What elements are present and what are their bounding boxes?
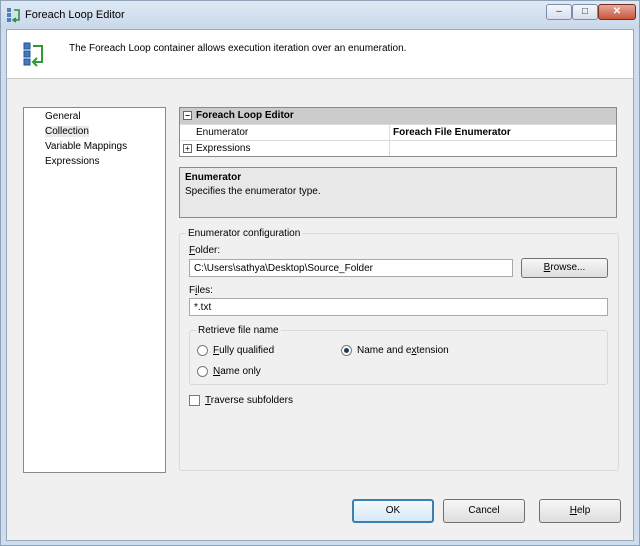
nav-item-expressions[interactable]: Expressions	[45, 156, 99, 167]
property-name: Expressions	[196, 143, 251, 154]
browse-button[interactable]: Browse...	[521, 258, 608, 278]
name-and-extension-label[interactable]: Name and extension	[357, 345, 449, 356]
minimize-button[interactable]: –	[546, 4, 572, 20]
folder-input[interactable]: C:\Users\sathya\Desktop\Source_Folder	[189, 259, 513, 277]
name-only-radio[interactable]	[197, 366, 208, 377]
enumerator-config-group: Enumerator configuration Folder: C:\User…	[179, 228, 619, 471]
property-row-expressions[interactable]: + Expressions	[180, 140, 616, 157]
maximize-button[interactable]: □	[572, 4, 598, 20]
folder-label: Folder:	[189, 245, 221, 256]
property-grid-header: − Foreach Loop Editor	[180, 108, 616, 124]
traverse-subfolders-checkbox[interactable]	[189, 395, 200, 406]
foreach-loop-icon	[7, 8, 20, 23]
fully-qualified-radio[interactable]	[197, 345, 208, 356]
header-description: The Foreach Loop container allows execut…	[69, 43, 407, 54]
dialog-header: The Foreach Loop container allows execut…	[7, 30, 633, 79]
description-title: Enumerator	[185, 172, 242, 183]
retrieve-file-name-group: Retrieve file name Fully qualified Name …	[189, 325, 608, 385]
name-only-label[interactable]: Name only	[213, 366, 261, 377]
cancel-button[interactable]: Cancel	[443, 499, 525, 523]
ok-button[interactable]: OK	[352, 499, 434, 523]
enumerator-config-title: Enumerator configuration	[186, 228, 303, 239]
help-button[interactable]: Help	[539, 499, 621, 523]
radio-selected-dot	[344, 348, 349, 353]
close-button[interactable]: ✕	[598, 4, 636, 20]
traverse-subfolders-label[interactable]: Traverse subfolders	[205, 395, 293, 406]
dialog-window: Foreach Loop Editor – □ ✕ The Foreach Lo…	[0, 0, 640, 546]
property-row-enumerator[interactable]: Enumerator Foreach File Enumerator	[180, 124, 616, 141]
property-name: Enumerator	[196, 127, 249, 138]
property-grid: − Foreach Loop Editor Enumerator Foreach…	[179, 107, 617, 157]
nav-item-variable-mappings[interactable]: Variable Mappings	[45, 141, 127, 152]
description-panel: Enumerator Specifies the enumerator type…	[179, 167, 617, 218]
dialog-client-area: The Foreach Loop container allows execut…	[6, 29, 634, 541]
nav-item-collection[interactable]: Collection	[45, 126, 89, 137]
nav-list: General Collection Variable Mappings Exp…	[23, 107, 166, 473]
nav-item-general[interactable]: General	[45, 111, 81, 122]
fully-qualified-label[interactable]: Fully qualified	[213, 345, 274, 356]
files-input[interactable]: *.txt	[189, 298, 608, 316]
name-and-extension-radio[interactable]	[341, 345, 352, 356]
description-text: Specifies the enumerator type.	[185, 186, 321, 197]
files-label: Files:	[189, 285, 213, 296]
property-value[interactable]: Foreach File Enumerator	[393, 127, 511, 138]
property-grid-title: Foreach Loop Editor	[196, 110, 294, 121]
retrieve-file-name-title: Retrieve file name	[196, 325, 281, 336]
collapse-icon[interactable]: −	[183, 111, 192, 120]
title-bar[interactable]: Foreach Loop Editor – □ ✕	[1, 1, 639, 29]
window-title: Foreach Loop Editor	[25, 9, 125, 21]
column-divider	[389, 124, 390, 156]
expand-icon[interactable]: +	[183, 144, 192, 153]
foreach-loop-container-icon	[23, 42, 43, 67]
